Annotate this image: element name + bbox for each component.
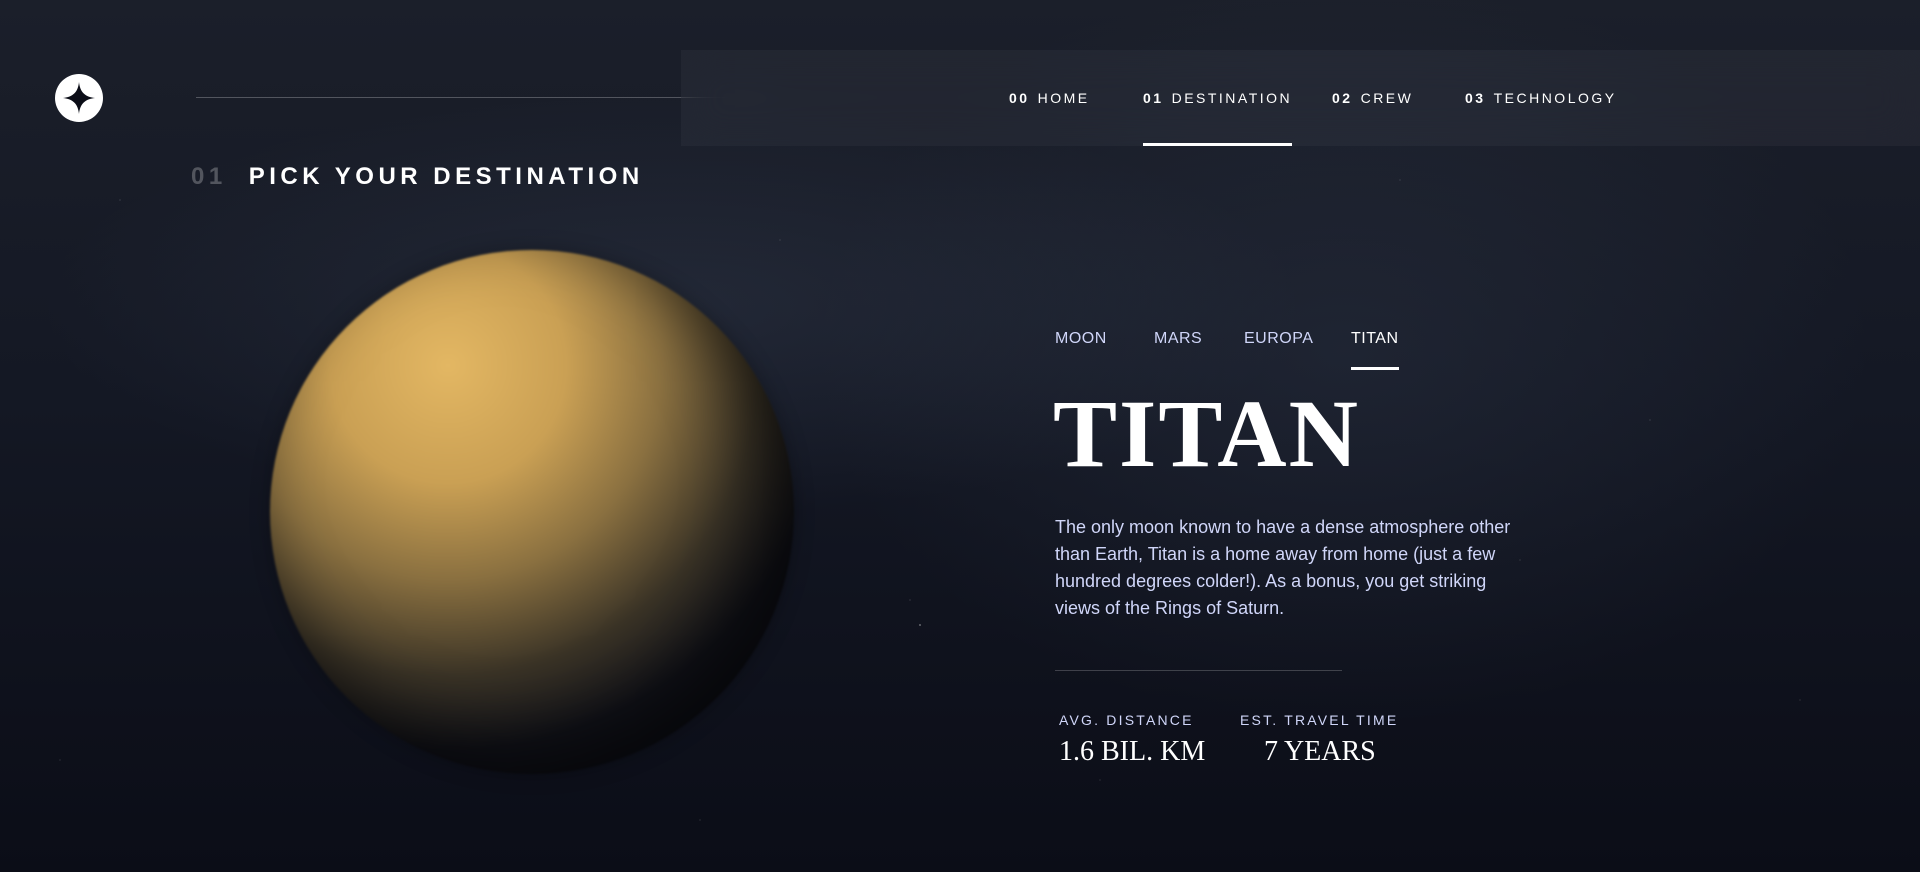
stat-travel-time-value: 7 YEARS: [1264, 736, 1376, 767]
nav-technology-number: 03: [1465, 90, 1486, 106]
tab-titan[interactable]: TITAN: [1351, 330, 1399, 370]
stat-distance-value: 1.6 BIL. KM: [1059, 736, 1206, 767]
tab-mars[interactable]: MARS: [1154, 330, 1202, 370]
page-title-text: PICK YOUR DESTINATION: [248, 163, 644, 190]
stat-travel-time: EST. TRAVEL TIME 7 YEARS: [1240, 712, 1398, 768]
stat-distance: AVG. DISTANCE 1.6 BIL. KM: [1059, 712, 1205, 768]
nav-crew-label: CREW: [1360, 90, 1414, 106]
nav-destination-label: DESTINATION: [1171, 90, 1293, 106]
logo-icon[interactable]: [55, 74, 103, 122]
tab-moon[interactable]: MOON: [1055, 330, 1107, 370]
star-logo-icon: [63, 82, 95, 114]
page-title-number: 01: [191, 163, 227, 190]
tab-europa[interactable]: EUROPA: [1244, 330, 1313, 370]
nav-home-label: HOME: [1037, 90, 1090, 106]
destination-name: TITAN: [1053, 380, 1360, 487]
nav-technology[interactable]: 03 TECHNOLOGY: [1465, 50, 1617, 146]
nav-crew-number: 02: [1332, 90, 1353, 106]
page-title: 01 PICK YOUR DESTINATION: [191, 163, 644, 191]
nav-destination-number: 01: [1143, 90, 1164, 106]
nav-crew[interactable]: 02 CREW: [1332, 50, 1413, 146]
nav-home-number: 00: [1009, 90, 1030, 106]
stats-divider: [1055, 670, 1342, 671]
nav-home[interactable]: 00 HOME: [1009, 50, 1090, 146]
planet-image: [270, 250, 794, 774]
destination-description: The only moon known to have a dense atmo…: [1055, 517, 1511, 618]
stat-travel-time-label: EST. TRAVEL TIME: [1240, 712, 1399, 728]
nav-technology-label: TECHNOLOGY: [1493, 90, 1617, 106]
nav-destination[interactable]: 01 DESTINATION: [1143, 50, 1293, 146]
stat-distance-label: AVG. DISTANCE: [1059, 712, 1194, 728]
main-nav: 00 HOME 01 DESTINATION 02 CREW 03 TECHNO…: [681, 50, 1920, 146]
